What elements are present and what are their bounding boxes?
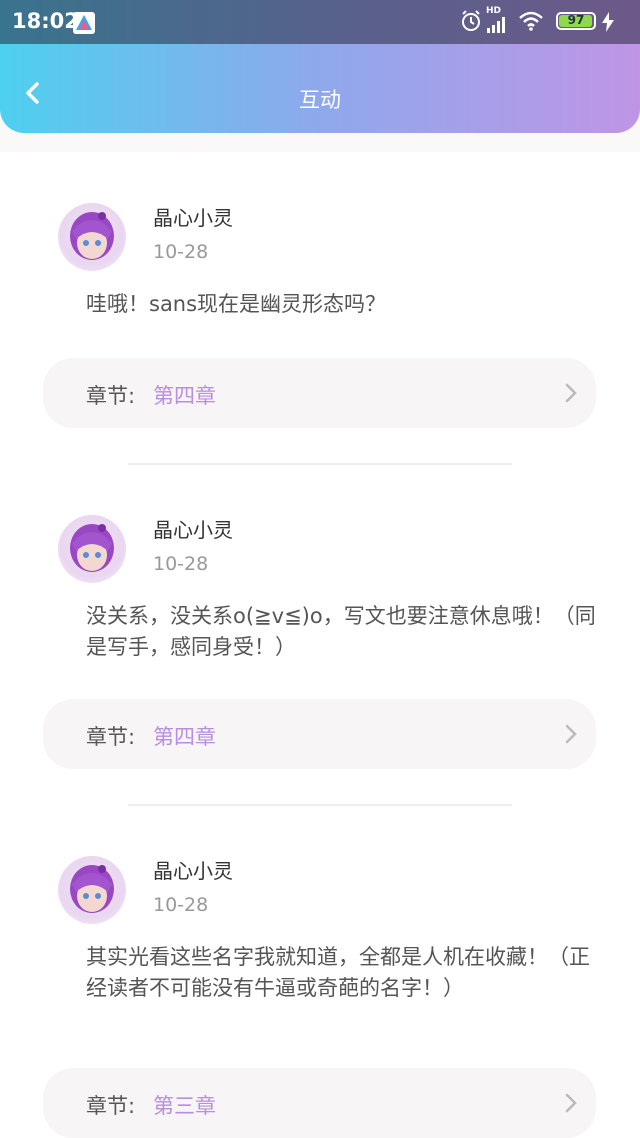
header-background: 18:02 HD 97 互动 — [0, 0, 640, 133]
avatar-image — [70, 524, 114, 572]
chevron-right-icon — [565, 724, 577, 744]
divider — [128, 463, 512, 465]
chapter-name: 第四章 — [153, 725, 216, 749]
battery-percent: 97 — [567, 13, 585, 27]
status-icons: HD 97 — [460, 6, 630, 35]
wifi-icon — [519, 11, 543, 31]
charging-icon — [602, 12, 614, 32]
status-bar: 18:02 HD 97 — [0, 0, 640, 44]
avatar[interactable] — [58, 856, 126, 924]
comment-date: 10-28 — [153, 553, 209, 575]
chevron-right-icon — [565, 1093, 577, 1113]
chapter-name: 第四章 — [153, 384, 216, 408]
chapter-link[interactable]: 章节: 第四章 — [43, 699, 596, 769]
chapter-link[interactable]: 章节: 第四章 — [43, 358, 596, 428]
navigation-bar: 互动 — [0, 44, 640, 133]
user-name: 晶心小灵 — [153, 518, 233, 542]
chapter-label: 章节: — [86, 1094, 136, 1118]
chapter-name: 第三章 — [153, 1094, 216, 1118]
avatar-image — [70, 212, 114, 260]
comment-text: 其实光看这些名字我就知道，全都是人机在收藏！（正经读者不可能没有牛逼或奇葩的名字… — [86, 945, 590, 1000]
status-time: 18:02 — [12, 9, 79, 33]
page-title: 互动 — [299, 88, 341, 112]
chapter-label: 章节: — [86, 384, 136, 408]
comment-text: 哇哦！sans现在是幽灵形态吗？ — [86, 292, 387, 316]
user-name: 晶心小灵 — [153, 859, 233, 883]
chapter-link[interactable]: 章节: 第三章 — [43, 1068, 596, 1138]
chapter-label: 章节: — [86, 725, 136, 749]
battery-icon: 97 — [556, 12, 596, 30]
comment-date: 10-28 — [153, 241, 209, 263]
comment-list: 晶心小灵 10-28 哇哦！sans现在是幽灵形态吗？ 章节: 第四章 晶心小灵… — [0, 152, 640, 1138]
chevron-right-icon — [565, 383, 577, 403]
comment-date: 10-28 — [153, 894, 209, 916]
avatar-image — [70, 865, 114, 913]
alarm-icon — [462, 10, 480, 31]
signal-icon — [487, 17, 505, 33]
comment-text: 没关系，没关系o(≧v≦)o，写文也要注意休息哦！（同是写手，感同身受！） — [86, 604, 596, 659]
divider — [128, 804, 512, 806]
app-icon — [73, 12, 95, 34]
user-name: 晶心小灵 — [153, 206, 233, 230]
avatar[interactable] — [58, 515, 126, 583]
avatar[interactable] — [58, 203, 126, 271]
